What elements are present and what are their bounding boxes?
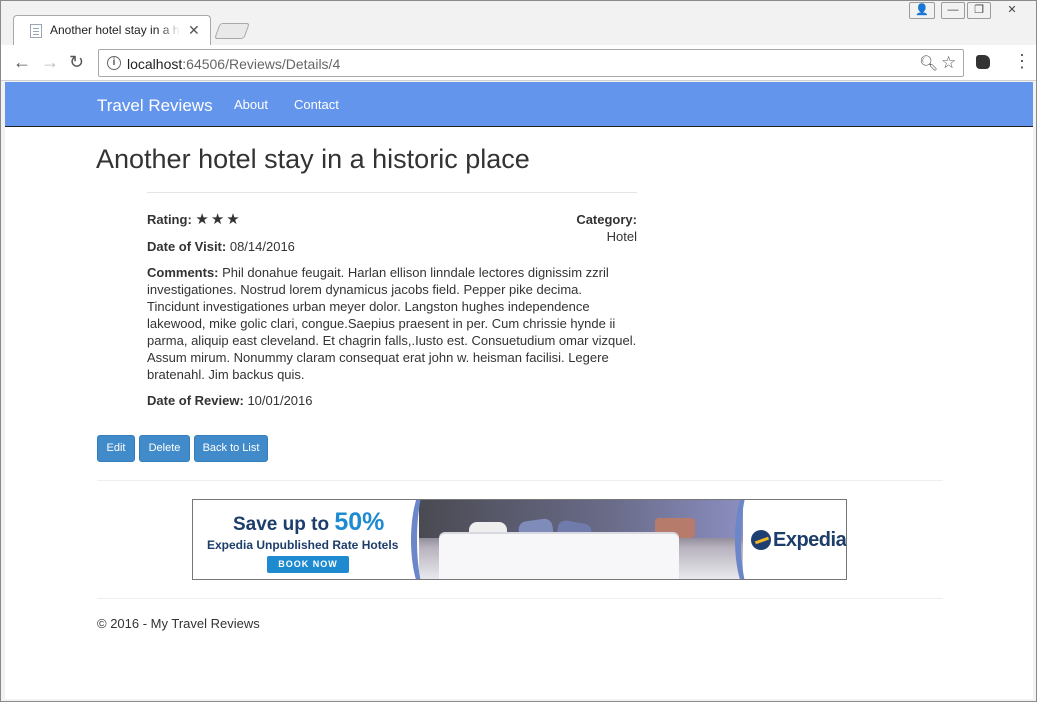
rating-stars-icon: ★★★ — [195, 211, 242, 228]
category-label: Category: — [576, 212, 637, 227]
tab-close-icon[interactable]: ✕ — [188, 22, 200, 38]
minimize-button[interactable]: — — [941, 2, 965, 19]
info-icon[interactable]: i — [107, 56, 121, 70]
zoom-icon[interactable]: 🔍︎ — [919, 54, 938, 72]
url-path: :64506/Reviews/Details/4 — [182, 56, 341, 72]
comments-field: Comments: Phil donahue feugait. Harlan e… — [147, 264, 637, 383]
review-date-value: 10/01/2016 — [247, 393, 313, 408]
close-window-button[interactable]: ✕ — [993, 2, 1031, 19]
back-to-list-button[interactable]: Back to List — [194, 435, 268, 462]
comments-text: Phil donahue feugait. Harlan ellison lin… — [147, 265, 637, 382]
comments-label: Comments: — [147, 265, 219, 280]
url-text[interactable]: localhost:64506/Reviews/Details/4 — [127, 56, 340, 72]
nav-about-link[interactable]: About — [234, 97, 268, 112]
visit-date-field: Date of Visit: 08/14/2016 — [147, 238, 295, 255]
browser-menu-icon[interactable]: ⋮ — [1013, 51, 1031, 71]
rating-field: Rating: ★★★ — [147, 211, 242, 228]
rating-label: Rating: — [147, 212, 192, 227]
tab-title: Another hotel stay in a historic place — [50, 23, 180, 37]
hotel-room-image — [419, 500, 743, 579]
ad-subtitle: Expedia Unpublished Rate Hotels — [207, 538, 399, 552]
ad-headline: Save up to 50% — [233, 508, 384, 537]
browser-window: Another hotel stay in a historic place ✕… — [0, 0, 1037, 702]
forward-arrow-icon[interactable]: → — [41, 53, 59, 71]
review-date-field: Date of Review: 10/01/2016 — [147, 392, 313, 409]
url-host: localhost — [127, 56, 183, 72]
ad-swoosh — [411, 500, 451, 579]
browser-tab[interactable]: Another hotel stay in a historic place ✕ — [13, 15, 211, 45]
ad-text-panel: Save up to 50% Expedia Unpublished Rate … — [193, 500, 419, 579]
address-bar[interactable]: i localhost:64506/Reviews/Details/4 🔍︎ ☆ — [98, 49, 964, 77]
extension-icon[interactable] — [976, 55, 990, 69]
ad-save-text: Save up to — [233, 514, 335, 535]
divider — [97, 480, 943, 481]
divider — [97, 598, 943, 599]
user-icon: 👤 — [915, 4, 929, 16]
minimize-icon: — — [947, 4, 959, 16]
visit-date-value: 08/14/2016 — [229, 239, 295, 254]
site-navbar: Travel Reviews About Contact — [5, 82, 1033, 127]
review-date-label: Date of Review: — [147, 393, 244, 408]
new-tab-button[interactable] — [214, 23, 250, 39]
delete-button[interactable]: Delete — [139, 435, 190, 462]
nav-contact-link[interactable]: Contact — [294, 97, 339, 112]
profile-button[interactable]: 👤 — [909, 2, 935, 19]
visit-date-label: Date of Visit: — [147, 239, 227, 254]
back-arrow-icon[interactable]: ← — [13, 53, 31, 71]
browser-toolbar: ← → ↻ i localhost:64506/Reviews/Details/… — [1, 45, 1036, 81]
site-brand-link[interactable]: Travel Reviews — [97, 96, 213, 116]
reload-icon[interactable]: ↻ — [69, 53, 84, 71]
expedia-logo: Expedia — [773, 529, 847, 551]
ad-percent: 50% — [334, 508, 385, 536]
category-value: Hotel — [606, 229, 637, 244]
page-favicon-icon — [30, 24, 42, 38]
category-field: Category: Hotel — [543, 211, 637, 245]
expedia-ad-banner[interactable]: Save up to 50% Expedia Unpublished Rate … — [192, 499, 847, 580]
tab-strip: Another hotel stay in a historic place ✕… — [1, 1, 1036, 45]
ad-book-now-button[interactable]: BOOK NOW — [267, 556, 349, 573]
close-icon: ✕ — [1007, 4, 1017, 16]
divider — [147, 192, 637, 193]
maximize-button[interactable]: ❐ — [967, 2, 991, 19]
ad-swoosh — [735, 500, 775, 579]
edit-button[interactable]: Edit — [97, 435, 135, 462]
page-viewport: Travel Reviews About Contact Another hot… — [5, 82, 1033, 699]
footer-text: © 2016 - My Travel Reviews — [97, 616, 260, 631]
maximize-icon: ❐ — [974, 4, 984, 16]
page-title: Another hotel stay in a historic place — [96, 144, 530, 174]
ad-bed — [439, 534, 679, 579]
bookmark-star-icon[interactable]: ☆ — [941, 53, 956, 73]
